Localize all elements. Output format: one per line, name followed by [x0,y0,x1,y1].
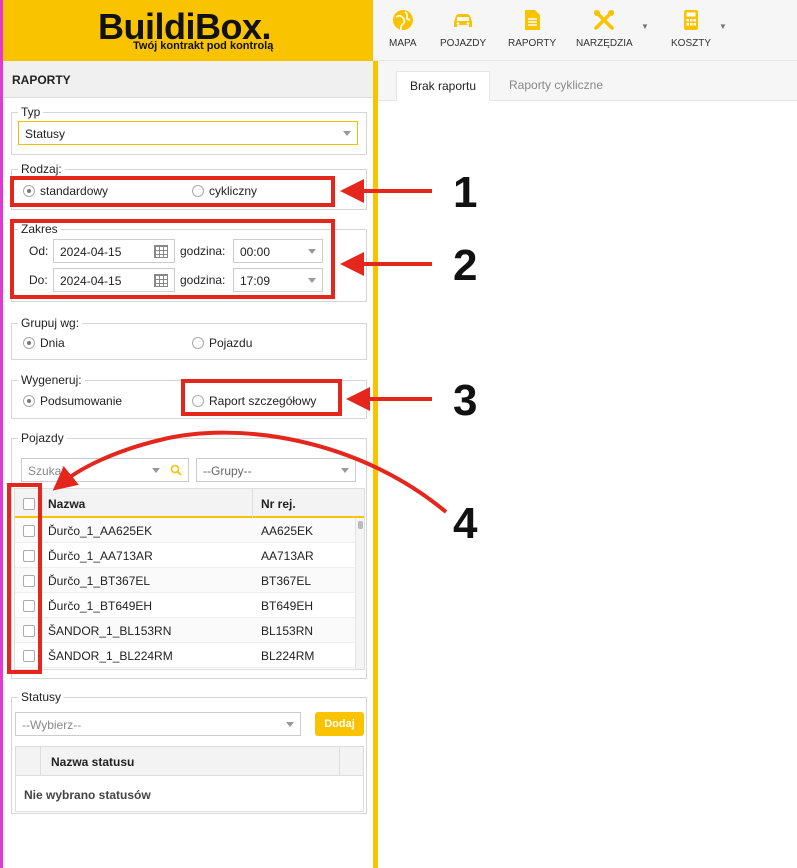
callout-number-4: 4 [453,499,478,548]
annotation-arrows [52,179,448,514]
arrow-4 [52,430,448,514]
callout-number-2: 2 [453,241,478,290]
callout-number-3: 3 [453,376,478,425]
callout-number-1: 1 [453,168,478,217]
